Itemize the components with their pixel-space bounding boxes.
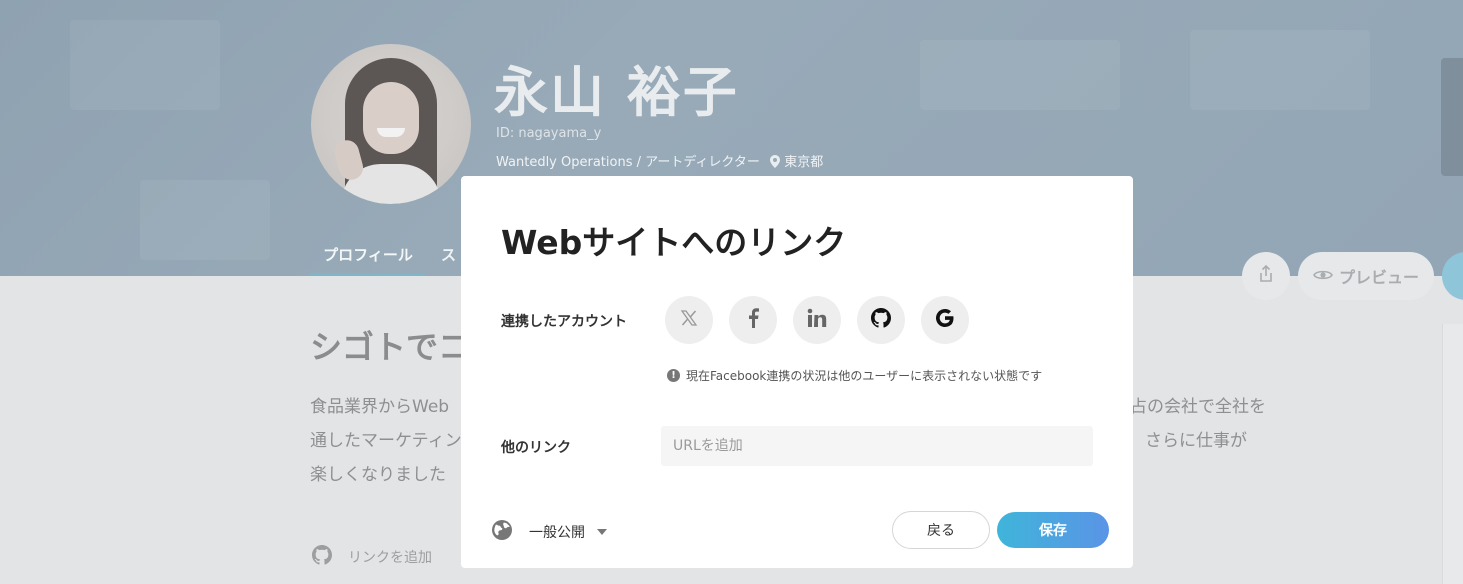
globe-icon	[491, 519, 513, 545]
side-panel	[1442, 324, 1463, 584]
github-account-button[interactable]	[857, 296, 905, 344]
url-input[interactable]	[661, 426, 1093, 466]
github-icon	[871, 308, 891, 332]
add-link-label: リンクを追加	[348, 550, 432, 566]
tab-profile[interactable]: プロフィール	[310, 244, 426, 276]
linkedin-icon	[807, 308, 827, 332]
tab-second[interactable]: ス	[441, 244, 456, 265]
github-icon	[312, 544, 332, 570]
add-link-row[interactable]: リンクを追加	[312, 544, 432, 570]
linked-accounts-label: 連携したアカウント	[501, 314, 627, 330]
share-button[interactable]	[1242, 252, 1290, 300]
save-button[interactable]: 保存	[997, 512, 1109, 548]
preview-button[interactable]: プレビュー	[1298, 252, 1434, 300]
google-icon	[935, 308, 955, 332]
facebook-visibility-notice: ! 現在Facebook連携の状況は他のユーザーに表示されない状態です	[667, 367, 1042, 384]
cover-decoration	[70, 20, 220, 110]
facebook-icon	[747, 308, 759, 332]
cover-decoration	[1190, 30, 1370, 110]
info-icon: !	[667, 369, 680, 382]
facebook-account-button[interactable]	[729, 296, 777, 344]
cover-decoration	[920, 40, 1120, 110]
share-icon	[1258, 264, 1274, 287]
visibility-selector[interactable]: 一般公開	[491, 519, 607, 545]
bio-line: 楽しくなりました	[310, 465, 446, 485]
eye-icon	[1313, 267, 1333, 286]
bio-line: 占の会社で全社を	[1130, 397, 1266, 417]
cover-decoration	[140, 180, 270, 260]
x-account-button[interactable]	[665, 296, 713, 344]
other-links-label: 他のリンク	[501, 440, 571, 456]
profile-headline: シゴトでコ	[310, 328, 471, 366]
avatar[interactable]	[311, 44, 471, 204]
google-account-button[interactable]	[921, 296, 969, 344]
x-icon	[680, 309, 698, 331]
company-role: Wantedly Operations / アートディレクター	[496, 155, 760, 170]
location-pin-icon	[770, 155, 781, 172]
bio-line: 食品業界からWeb	[310, 397, 450, 417]
notice-text: 現在Facebook連携の状況は他のユーザーに表示されない状態です	[686, 369, 1043, 383]
location: 東京都	[784, 155, 824, 170]
bio-line: 通したマーケティン	[310, 431, 462, 451]
cover-edit-handle[interactable]	[1441, 58, 1463, 176]
website-links-modal: Webサイトへのリンク 連携したアカウント ! 現在Facebook連携の状況は…	[461, 176, 1133, 568]
linkedin-account-button[interactable]	[793, 296, 841, 344]
profile-job-line: Wantedly Operations / アートディレクター 東京都	[496, 151, 823, 172]
chevron-down-icon	[597, 529, 607, 535]
back-button[interactable]: 戻る	[892, 511, 990, 549]
bio-line: さらに仕事が	[1145, 431, 1247, 451]
profile-user-id: ID: nagayama_y	[496, 126, 602, 141]
preview-label: プレビュー	[1338, 268, 1419, 287]
visibility-label: 一般公開	[529, 525, 585, 541]
modal-title: Webサイトへのリンク	[501, 223, 847, 262]
profile-name: 永山 裕子	[494, 61, 739, 124]
